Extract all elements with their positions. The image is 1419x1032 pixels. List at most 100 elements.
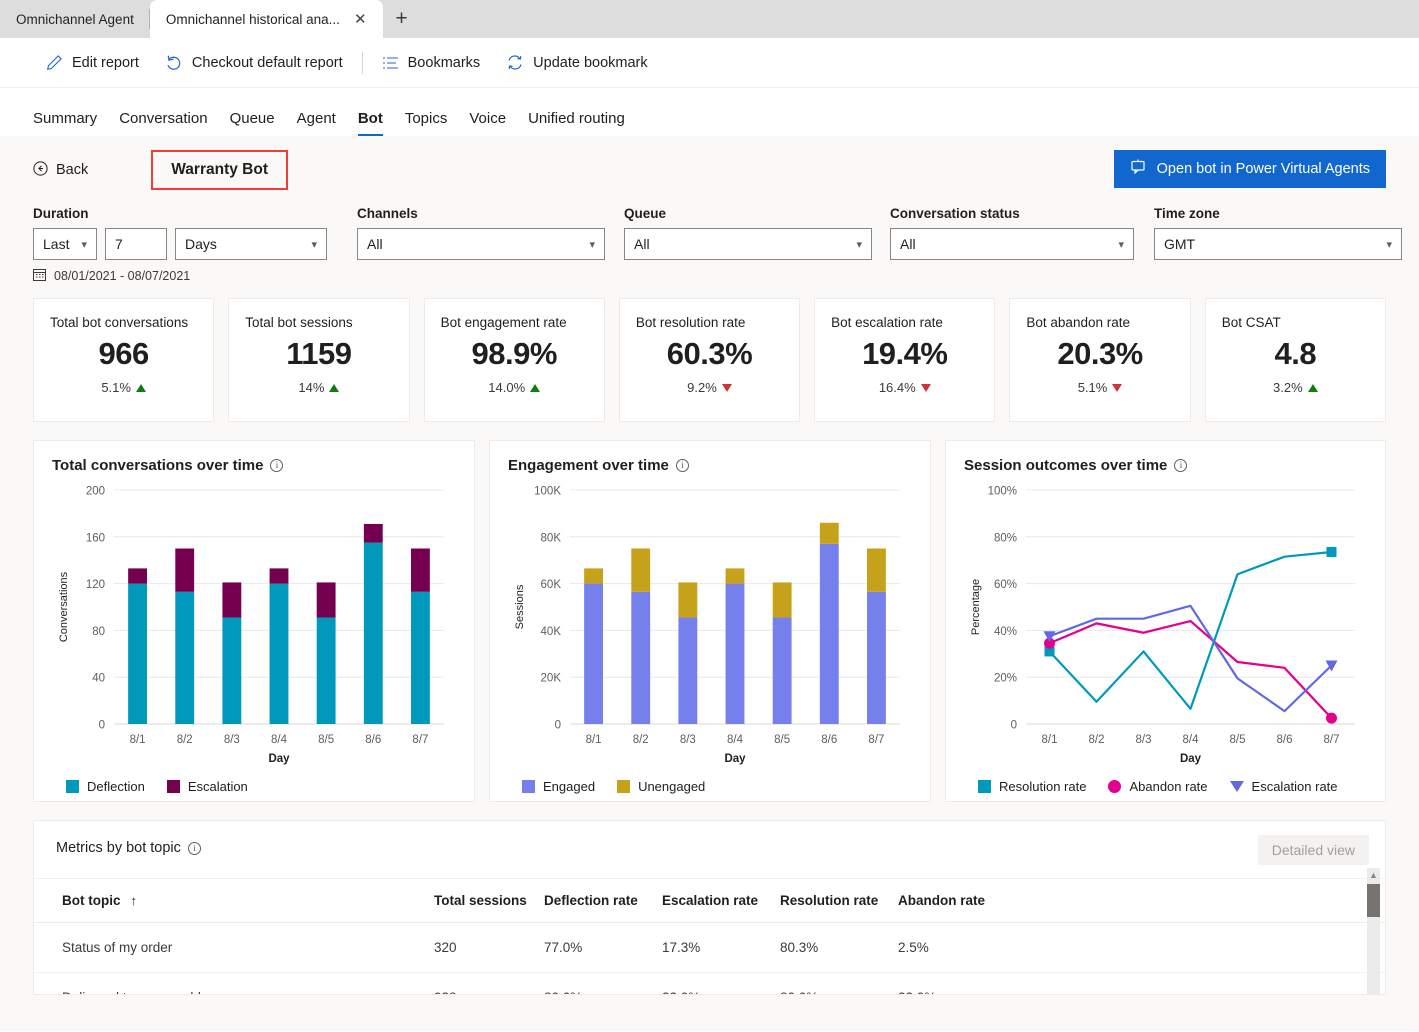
chart-row: Total conversations over time i 0 40 80 120… bbox=[0, 422, 1419, 802]
kpi-title: Total bot sessions bbox=[245, 315, 353, 330]
update-bookmark-button[interactable]: Update bookmark bbox=[493, 48, 660, 77]
tab-topics[interactable]: Topics bbox=[394, 110, 459, 136]
duration-relative-value: Last bbox=[43, 236, 70, 252]
back-button[interactable]: Back bbox=[33, 160, 88, 180]
cell-escalation-rate: 22.0% bbox=[662, 972, 780, 994]
legend-item-engaged[interactable]: Engaged bbox=[522, 779, 595, 794]
duration-amount-value: 7 bbox=[115, 236, 123, 252]
column-header-escalation-rate[interactable]: Escalation rate bbox=[662, 879, 780, 923]
column-header-total-sessions[interactable]: Total sessions bbox=[434, 879, 544, 923]
legend-item-escalation-rate[interactable]: Escalation rate bbox=[1229, 779, 1338, 794]
svg-text:8/4: 8/4 bbox=[727, 734, 744, 746]
svg-text:20K: 20K bbox=[541, 673, 562, 685]
bookmarks-button[interactable]: Bookmarks bbox=[369, 49, 494, 77]
info-icon[interactable]: i bbox=[675, 459, 689, 472]
close-icon[interactable]: ✕ bbox=[354, 12, 367, 27]
svg-text:0: 0 bbox=[555, 720, 561, 732]
tab-unified-routing[interactable]: Unified routing bbox=[517, 110, 636, 136]
tab-queue[interactable]: Queue bbox=[219, 110, 286, 136]
column-header-bot-topic[interactable]: Bot topic ↑ bbox=[34, 879, 434, 923]
info-icon[interactable]: i bbox=[1174, 459, 1188, 472]
bot-chat-icon bbox=[1130, 159, 1147, 179]
queue-select[interactable]: All ▾ bbox=[624, 228, 872, 260]
tab-conversation[interactable]: Conversation bbox=[108, 110, 218, 136]
svg-text:8/7: 8/7 bbox=[1324, 734, 1340, 746]
table-header-row: Metrics by bot topic i Detailed view bbox=[34, 821, 1385, 879]
chart-title: Session outcomes over time bbox=[964, 457, 1168, 474]
duration-relative-select[interactable]: Last ▾ bbox=[33, 228, 97, 260]
legend-swatch bbox=[1229, 781, 1244, 792]
svg-text:8/3: 8/3 bbox=[680, 734, 696, 746]
open-bot-in-pva-button[interactable]: Open bot in Power Virtual Agents bbox=[1113, 150, 1386, 188]
chart-plot-session-outcomes[interactable]: 0 20% 40% 60% 80% 100% 8/1 8/2 8/3 8/4 8/5 8/6 8/7 Da… bbox=[964, 478, 1367, 777]
kpi-delta: 5.1% bbox=[50, 380, 197, 395]
column-header-deflection-rate[interactable]: Deflection rate bbox=[544, 879, 662, 923]
svg-text:Day: Day bbox=[268, 753, 290, 765]
browser-tab-omnichannel-agent[interactable]: Omnichannel Agent bbox=[0, 0, 150, 38]
chevron-down-icon: ▾ bbox=[1118, 238, 1124, 251]
new-tab-button[interactable]: + bbox=[383, 0, 421, 38]
trend-up-icon bbox=[530, 383, 541, 392]
tab-agent[interactable]: Agent bbox=[286, 110, 347, 136]
date-range-text: 08/01/2021 - 08/07/2021 bbox=[54, 269, 191, 283]
chart-plot-total-conversations[interactable]: 0 40 80 120 160 200 8/1 8/2 8/3 8/4 8/5 8/6 8/7 Day Co… bbox=[52, 478, 456, 777]
svg-text:8/6: 8/6 bbox=[1277, 734, 1293, 746]
legend-item-unengaged[interactable]: Unengaged bbox=[617, 779, 705, 794]
command-label: Checkout default report bbox=[191, 54, 343, 71]
scroll-up-icon[interactable]: ▲ bbox=[1367, 868, 1380, 882]
kpi-value: 966 bbox=[98, 336, 150, 371]
tab-voice[interactable]: Voice bbox=[458, 110, 517, 136]
time-zone-filter-group: Time zone GMT ▾ bbox=[1154, 206, 1402, 260]
table-vertical-scrollbar[interactable]: ▲ bbox=[1367, 868, 1380, 994]
tab-summary[interactable]: Summary bbox=[33, 110, 108, 136]
detailed-view-button[interactable]: Detailed view bbox=[1257, 835, 1369, 865]
cell-bot-topic: Delivered to wrong address bbox=[34, 972, 434, 994]
conversation-status-select[interactable]: All ▾ bbox=[890, 228, 1134, 260]
kpi-delta-text: 14.0% bbox=[488, 380, 526, 395]
legend-item-abandon-rate[interactable]: Abandon rate bbox=[1108, 779, 1208, 794]
legend-item-escalation[interactable]: Escalation bbox=[166, 779, 248, 794]
duration-amount-input[interactable]: 7 bbox=[105, 228, 167, 260]
report-pivot-tabs: Summary Conversation Queue Agent Bot Top… bbox=[0, 88, 1419, 136]
checkout-default-report-button[interactable]: Checkout default report bbox=[152, 48, 356, 77]
page-header: Back Warranty Bot Open bot in Power Virt… bbox=[0, 136, 1419, 190]
column-header-resolution-rate[interactable]: Resolution rate bbox=[780, 879, 898, 923]
metrics-table: Bot topic ↑ Total sessions Deflection rat… bbox=[34, 879, 1385, 994]
browser-tab-label: Omnichannel historical ana... bbox=[165, 11, 340, 27]
chart-plot-engagement[interactable]: 0 20K 40K 60K 80K 100K 8/1 8/2 8/3 8/4 8/5 8/6 8/7 Da… bbox=[508, 478, 912, 777]
table-row[interactable]: Status of my order 320 77.0% 17.3% 80.3% 2.5% bbox=[34, 922, 1385, 973]
legend-swatch bbox=[617, 780, 631, 793]
table-title: Metrics by bot topic bbox=[56, 840, 181, 856]
edit-report-button[interactable]: Edit report bbox=[33, 48, 152, 77]
kpi-delta-text: 14% bbox=[298, 380, 325, 395]
svg-text:8/5: 8/5 bbox=[318, 734, 334, 746]
pencil-icon bbox=[46, 54, 63, 71]
info-icon[interactable]: i bbox=[187, 841, 201, 855]
legend-label: Unengaged bbox=[638, 779, 706, 794]
svg-text:8/6: 8/6 bbox=[365, 734, 381, 746]
kpi-value: 19.4% bbox=[862, 336, 948, 371]
chevron-down-icon: ▾ bbox=[856, 238, 862, 251]
duration-unit-select[interactable]: Days ▾ bbox=[175, 228, 327, 260]
svg-text:20%: 20% bbox=[994, 673, 1017, 685]
browser-tab-historical-analytics[interactable]: Omnichannel historical ana... ✕ bbox=[149, 0, 383, 38]
legend-item-deflection[interactable]: Deflection bbox=[66, 779, 145, 794]
kpi-delta-text: 5.1% bbox=[1077, 380, 1108, 395]
kpi-card: Bot escalation rate 19.4% 16.4% bbox=[814, 298, 996, 422]
info-icon[interactable]: i bbox=[270, 459, 284, 472]
svg-text:8/7: 8/7 bbox=[868, 734, 884, 746]
column-header-abandon-rate[interactable]: Abandon rate bbox=[898, 879, 1385, 923]
svg-text:100K: 100K bbox=[534, 486, 561, 498]
legend-item-resolution-rate[interactable]: Resolution rate bbox=[978, 779, 1086, 794]
scrollbar-thumb[interactable] bbox=[1367, 884, 1380, 917]
svg-text:8/1: 8/1 bbox=[130, 734, 146, 746]
table-row[interactable]: Delivered to wrong address92880.0%22.0%8… bbox=[34, 972, 1385, 994]
svg-text:0: 0 bbox=[99, 720, 105, 732]
tab-bot[interactable]: Bot bbox=[347, 110, 394, 136]
cell-resolution-rate: 80.0% bbox=[780, 972, 898, 994]
chart-legend-engagement: Engaged Unengaged bbox=[508, 779, 912, 794]
channels-select[interactable]: All ▾ bbox=[357, 228, 605, 260]
chevron-down-icon: ▾ bbox=[589, 238, 595, 251]
svg-text:Day: Day bbox=[724, 753, 746, 765]
time-zone-select[interactable]: GMT ▾ bbox=[1154, 228, 1402, 260]
